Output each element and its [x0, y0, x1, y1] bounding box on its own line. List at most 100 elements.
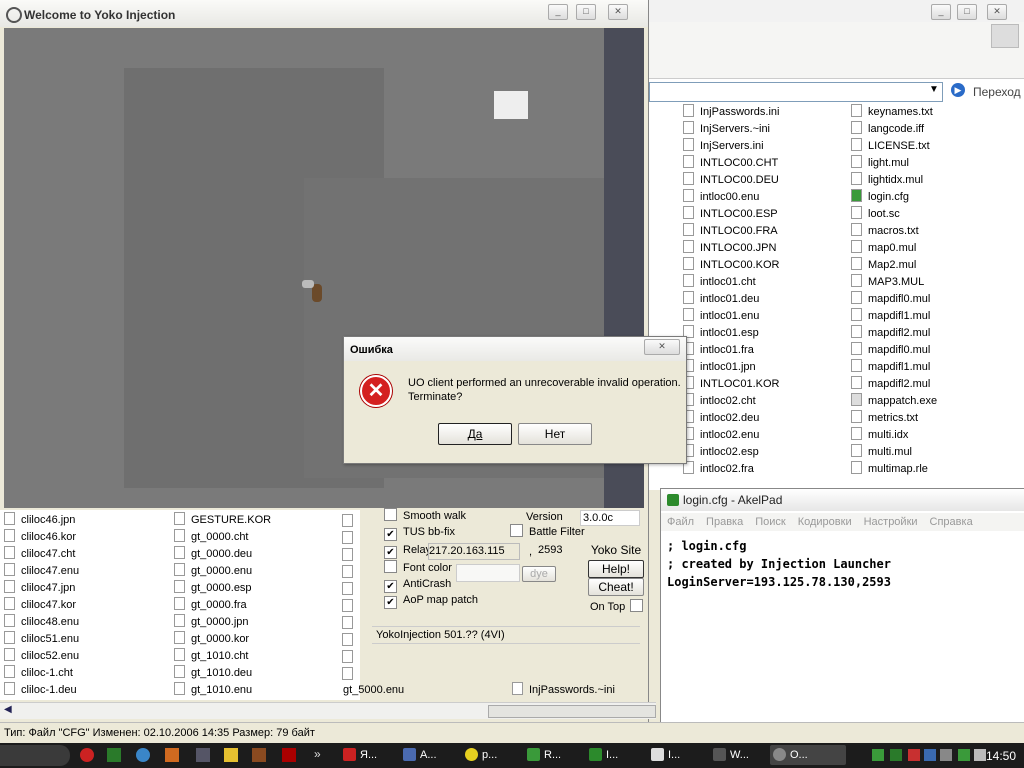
- go-arrow-icon[interactable]: ▶: [951, 83, 965, 97]
- list-item[interactable]: metrics.txt: [851, 410, 937, 427]
- list-item[interactable]: MAP3.MUL: [851, 274, 937, 291]
- battle-filter-checkbox[interactable]: [510, 524, 523, 537]
- list-item[interactable]: cliloc-1.cht: [4, 665, 79, 682]
- tray-icon[interactable]: [872, 749, 884, 761]
- list-item[interactable]: intloc00.enu: [683, 189, 779, 206]
- list-item[interactable]: multi.idx: [851, 427, 937, 444]
- quicklaunch-app-icon[interactable]: [282, 748, 296, 762]
- tus-bbfix-checkbox[interactable]: ✔: [384, 528, 397, 541]
- tus-bbfix-option[interactable]: ✔ TUS bb-fix: [384, 524, 455, 541]
- battle-filter-option[interactable]: Battle Filter: [510, 524, 585, 541]
- help-button[interactable]: Help!: [588, 560, 644, 578]
- list-item[interactable]: gt_0000.jpn: [174, 614, 271, 631]
- list-item[interactable]: INTLOC00.ESP: [683, 206, 779, 223]
- list-item[interactable]: multimap.rle: [851, 461, 937, 478]
- error-dialog-close-button[interactable]: ✕: [644, 339, 680, 355]
- list-item[interactable]: mapdifl1.mul: [851, 359, 937, 376]
- list-item[interactable]: INTLOC01.KOR: [683, 376, 779, 393]
- scrollbar-thumb[interactable]: [488, 705, 656, 718]
- list-item[interactable]: intloc02.fra: [683, 461, 779, 478]
- on-top-option[interactable]: On Top: [590, 599, 649, 616]
- list-item[interactable]: INTLOC00.KOR: [683, 257, 779, 274]
- character-sprite[interactable]: [302, 280, 328, 306]
- smooth-walk-checkbox[interactable]: [384, 508, 397, 521]
- address-bar[interactable]: [649, 82, 943, 102]
- font-color-option[interactable]: Font color: [384, 560, 452, 577]
- list-item[interactable]: macros.txt: [851, 223, 937, 240]
- list-item[interactable]: InjServers.ini: [683, 138, 779, 155]
- list-item[interactable]: map0.mul: [851, 240, 937, 257]
- menu-item[interactable]: Правка: [706, 516, 743, 528]
- list-item[interactable]: gt_0000.enu: [174, 563, 271, 580]
- list-item[interactable]: cliloc52.enu: [4, 648, 79, 665]
- font-color-field[interactable]: [456, 564, 520, 582]
- yoko-maximize-button[interactable]: □: [576, 4, 596, 20]
- tray-icon[interactable]: [890, 749, 902, 761]
- list-item[interactable]: intloc02.cht: [683, 393, 779, 410]
- tray-icon[interactable]: [908, 749, 920, 761]
- list-item[interactable]: InjPasswords.~ini: [512, 682, 615, 699]
- list-item[interactable]: InjPasswords.ini: [683, 104, 779, 121]
- list-item[interactable]: gt_0000.cht: [174, 529, 271, 546]
- explorer-minimize-button[interactable]: _: [931, 4, 951, 20]
- yoko-close-button[interactable]: ✕: [608, 4, 628, 20]
- list-item[interactable]: cliloc-1.deu: [4, 682, 79, 699]
- list-item[interactable]: gt_1010.deu: [174, 665, 271, 682]
- list-item[interactable]: gt_0000.fra: [174, 597, 271, 614]
- list-item[interactable]: mapdifl0.mul: [851, 291, 937, 308]
- list-item[interactable]: cliloc47.kor: [4, 597, 79, 614]
- horizontal-scrollbar[interactable]: ◀: [0, 702, 656, 719]
- list-item[interactable]: intloc02.enu: [683, 427, 779, 444]
- list-item[interactable]: gt_0000.kor: [174, 631, 271, 648]
- explorer-close-button[interactable]: ✕: [987, 4, 1007, 20]
- quicklaunch-app-icon[interactable]: [107, 748, 121, 762]
- menu-item[interactable]: Настройки: [864, 516, 918, 528]
- relay-option[interactable]: ✔ Relay: [384, 542, 431, 559]
- aop-patch-option[interactable]: ✔ AoP map patch: [384, 592, 478, 609]
- list-item[interactable]: INTLOC00.CHT: [683, 155, 779, 172]
- anticrash-option[interactable]: ✔ AntiCrash: [384, 576, 451, 593]
- quicklaunch-app-icon[interactable]: [165, 748, 179, 762]
- yoko-minimize-button[interactable]: _: [548, 4, 568, 20]
- list-item[interactable]: mapdifl2.mul: [851, 376, 937, 393]
- list-item[interactable]: intloc01.fra: [683, 342, 779, 359]
- list-item[interactable]: INTLOC00.DEU: [683, 172, 779, 189]
- chevron-down-icon[interactable]: ▼: [929, 84, 939, 95]
- list-item[interactable]: Map2.mul: [851, 257, 937, 274]
- list-item[interactable]: cliloc47.cht: [4, 546, 79, 563]
- volume-icon[interactable]: [974, 749, 986, 761]
- list-item[interactable]: intloc02.esp: [683, 444, 779, 461]
- start-button[interactable]: [0, 745, 70, 766]
- list-item[interactable]: intloc01.cht: [683, 274, 779, 291]
- list-item[interactable]: mapdifl1.mul: [851, 308, 937, 325]
- list-item[interactable]: LICENSE.txt: [851, 138, 937, 155]
- list-item[interactable]: intloc01.esp: [683, 325, 779, 342]
- tray-icon[interactable]: [924, 749, 936, 761]
- font-color-checkbox[interactable]: [384, 560, 397, 573]
- menu-item[interactable]: Поиск: [755, 516, 785, 528]
- smooth-walk-option[interactable]: Smooth walk: [384, 508, 466, 525]
- list-item[interactable]: gt_0000.esp: [174, 580, 271, 597]
- list-item[interactable]: light.mul: [851, 155, 937, 172]
- quicklaunch-opera-icon[interactable]: [80, 748, 94, 762]
- list-item[interactable]: cliloc51.enu: [4, 631, 79, 648]
- quicklaunch-app-icon[interactable]: [252, 748, 266, 762]
- list-item[interactable]: login.cfg: [851, 189, 937, 206]
- cheat-button[interactable]: Cheat!: [588, 578, 644, 596]
- menu-item[interactable]: Кодировки: [798, 516, 852, 528]
- explorer-maximize-button[interactable]: □: [957, 4, 977, 20]
- list-item[interactable]: gt_0000.deu: [174, 546, 271, 563]
- no-button[interactable]: Нет: [518, 423, 592, 445]
- list-item[interactable]: mappatch.exe: [851, 393, 937, 410]
- relay-checkbox[interactable]: ✔: [384, 546, 397, 559]
- akelpad-text-area[interactable]: ; login.cfg ; created by Injection Launch…: [667, 537, 891, 591]
- list-item[interactable]: INTLOC00.JPN: [683, 240, 779, 257]
- list-item[interactable]: GESTURE.KOR: [174, 512, 271, 529]
- list-item[interactable]: intloc01.enu: [683, 308, 779, 325]
- dye-button[interactable]: dye: [522, 566, 556, 582]
- quicklaunch-app-icon[interactable]: [136, 748, 150, 762]
- list-item[interactable]: mapdifl0.mul: [851, 342, 937, 359]
- list-item[interactable]: lightidx.mul: [851, 172, 937, 189]
- list-item[interactable]: langcode.iff: [851, 121, 937, 138]
- on-top-checkbox[interactable]: [630, 599, 644, 612]
